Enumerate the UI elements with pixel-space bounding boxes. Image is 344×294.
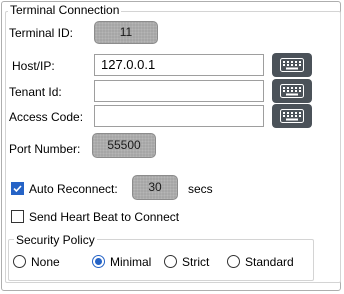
radio-strict[interactable] <box>164 255 177 268</box>
access-code-label: Access Code: <box>9 110 84 124</box>
radio-minimal-label: Minimal <box>110 255 152 269</box>
tenant-id-label: Tenant Id: <box>9 85 62 99</box>
terminal-id-value: 11 <box>94 21 158 44</box>
radio-standard[interactable] <box>227 255 240 268</box>
radio-strict-label: Strict <box>182 255 210 269</box>
radio-none[interactable] <box>13 255 26 268</box>
auto-reconnect-label: Auto Reconnect: <box>29 182 118 196</box>
terminal-id-label: Terminal ID: <box>9 26 74 40</box>
heartbeat-label: Send Heart Beat to Connect <box>29 210 180 224</box>
radio-minimal[interactable] <box>92 255 105 268</box>
access-code-input[interactable] <box>94 105 264 127</box>
security-policy-title: Security Policy <box>14 233 97 247</box>
radio-none-label: None <box>31 255 60 269</box>
port-number-value[interactable]: 55500 <box>92 133 156 158</box>
host-ip-label: Host/IP: <box>12 59 55 73</box>
auto-reconnect-unit: secs <box>188 182 213 196</box>
host-ip-keyboard-button[interactable] <box>272 53 312 77</box>
terminal-connection-panel: Terminal Connection Terminal ID: 11 Host… <box>1 1 341 291</box>
heartbeat-checkbox[interactable] <box>11 210 24 223</box>
auto-reconnect-checkbox[interactable] <box>11 182 24 195</box>
keyboard-icon <box>280 109 304 123</box>
access-code-keyboard-button[interactable] <box>272 104 312 128</box>
checkmark-icon <box>13 185 22 193</box>
keyboard-icon <box>280 58 304 72</box>
auto-reconnect-seconds[interactable]: 30 <box>132 175 178 200</box>
group-title: Terminal Connection <box>8 3 122 17</box>
port-number-label: Port Number: <box>9 142 81 156</box>
tenant-id-input[interactable] <box>94 80 264 102</box>
tenant-id-keyboard-button[interactable] <box>272 79 312 103</box>
radio-standard-label: Standard <box>245 255 294 269</box>
host-ip-input[interactable]: 127.0.0.1 <box>94 54 264 76</box>
keyboard-icon <box>280 84 304 98</box>
